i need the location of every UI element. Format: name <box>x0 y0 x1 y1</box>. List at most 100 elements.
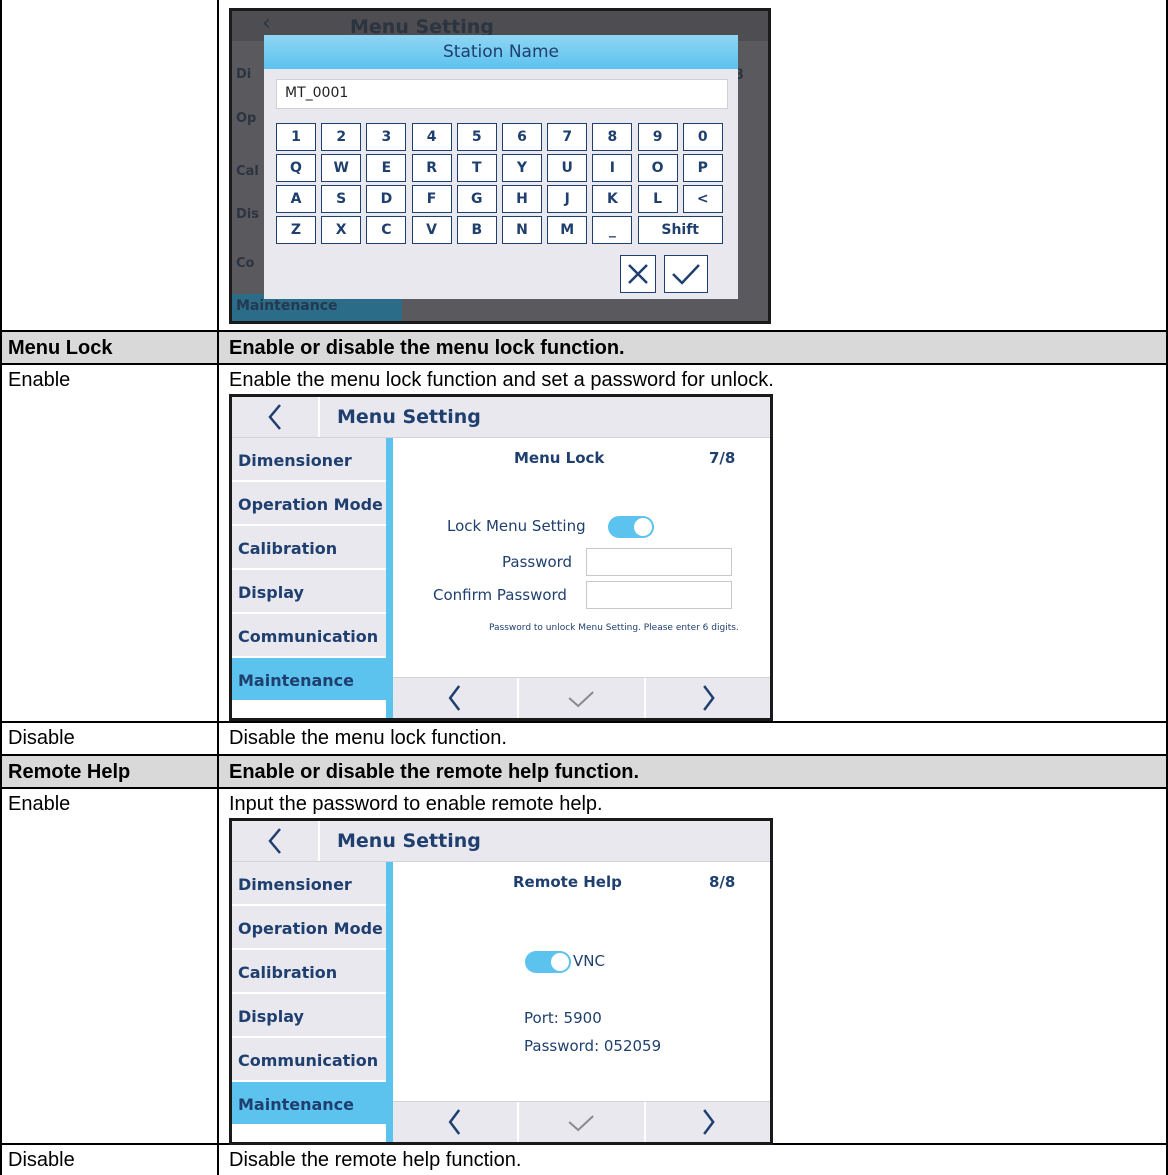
sidebar-item-communication[interactable]: Communication <box>232 614 386 658</box>
keyboard-key[interactable]: _ <box>592 216 633 244</box>
close-icon <box>628 264 648 284</box>
chevron-right-icon <box>702 685 715 711</box>
keyboard-key[interactable]: 8 <box>592 123 633 151</box>
table-rule <box>0 754 1168 756</box>
keyboard-key[interactable]: 2 <box>321 123 362 151</box>
keyboard-key[interactable]: 1 <box>276 123 316 151</box>
cancel-button[interactable] <box>620 255 656 293</box>
sidebar-item-dimensioner[interactable]: Dimensioner <box>232 862 386 906</box>
keyboard-key[interactable]: 6 <box>502 123 542 151</box>
dimmed-side-item: Di <box>236 67 252 82</box>
settings-panel: Remote Help 8/8 VNC Port: 5900 Password:… <box>393 862 770 1101</box>
vnc-toggle[interactable] <box>525 951 571 973</box>
selection-accent-bar <box>386 438 393 718</box>
sidebar-item-calibration[interactable]: Calibration <box>232 950 386 994</box>
dimmed-side-item: Dis <box>236 207 259 222</box>
sidebar-item-operation-mode[interactable]: Operation Mode <box>232 482 386 526</box>
keyboard-key[interactable]: G <box>456 185 497 213</box>
keyboard-key[interactable]: B <box>456 216 497 244</box>
remote-help-enable-desc: Input the password to enable remote help… <box>229 793 603 815</box>
next-button[interactable] <box>646 678 770 718</box>
keyboard-key[interactable]: T <box>456 154 497 182</box>
shift-key[interactable]: Shift <box>637 216 723 244</box>
footer-nav <box>393 1101 770 1142</box>
keyboard-key[interactable]: 7 <box>547 123 588 151</box>
sidebar-item-display[interactable]: Display <box>232 994 386 1038</box>
remote-password-text: Password: 052059 <box>524 1037 662 1055</box>
keyboard-key[interactable]: E <box>366 154 407 182</box>
dimmed-side-item: Op <box>236 111 257 126</box>
keyboard-key[interactable]: N <box>502 216 542 244</box>
menu-lock-screenshot: Menu Setting Dimensioner Operation Mode … <box>229 394 773 721</box>
remote-help-heading-desc: Enable or disable the remote help functi… <box>229 761 640 783</box>
station-name-screenshot: Menu Setting ‹ Maintenance Di Op Cal Dis… <box>229 8 771 324</box>
sidebar-item-display[interactable]: Display <box>232 570 386 614</box>
station-name-value: MT_0001 <box>285 85 349 101</box>
sidebar-item-maintenance[interactable]: Maintenance <box>232 658 386 702</box>
keyboard-key[interactable]: W <box>321 154 362 182</box>
keyboard-key[interactable]: < <box>682 185 723 213</box>
keyboard-key[interactable]: I <box>592 154 633 182</box>
keyboard-key[interactable]: Y <box>502 154 542 182</box>
dimmed-back-icon: ‹ <box>262 11 271 36</box>
sidebar-item-maintenance[interactable]: Maintenance <box>232 1082 386 1126</box>
vnc-label: VNC <box>573 952 605 970</box>
lock-menu-toggle[interactable] <box>608 516 654 538</box>
next-button[interactable] <box>646 1102 770 1142</box>
chevron-left-icon <box>448 685 461 711</box>
keyboard-key[interactable]: Z <box>276 216 316 244</box>
keyboard-key[interactable]: Q <box>276 154 316 182</box>
sidebar-item-calibration[interactable]: Calibration <box>232 526 386 570</box>
back-button[interactable] <box>232 821 320 861</box>
chevron-left-icon <box>448 1109 461 1135</box>
keyboard-key[interactable]: F <box>411 185 452 213</box>
keyboard-key[interactable]: C <box>366 216 407 244</box>
keyboard-key[interactable]: 3 <box>366 123 407 151</box>
apply-button[interactable] <box>519 1102 646 1142</box>
sidebar-item-communication[interactable]: Communication <box>232 1038 386 1082</box>
keyboard-key[interactable]: 9 <box>637 123 678 151</box>
sidebar-item-dimensioner[interactable]: Dimensioner <box>232 438 386 482</box>
sidebar-item-operation-mode[interactable]: Operation Mode <box>232 906 386 950</box>
keyboard-key[interactable]: H <box>502 185 542 213</box>
keyboard-key[interactable]: A <box>276 185 316 213</box>
previous-button[interactable] <box>393 1102 520 1142</box>
station-name-input[interactable]: MT_0001 <box>276 79 728 109</box>
keyboard-key[interactable]: X <box>321 216 362 244</box>
keyboard-key[interactable]: J <box>547 185 588 213</box>
dimmed-side-item: Co <box>236 256 255 271</box>
keyboard-key[interactable]: L <box>637 185 678 213</box>
table-rule <box>0 721 1168 723</box>
back-button[interactable] <box>232 397 320 437</box>
keyboard-key[interactable]: 4 <box>411 123 452 151</box>
previous-button[interactable] <box>393 678 520 718</box>
keyboard-key[interactable]: R <box>411 154 452 182</box>
confirm-password-input[interactable] <box>586 581 732 609</box>
remote-help-enable-label: Enable <box>8 793 71 815</box>
password-label: Password <box>502 553 573 571</box>
keyboard-key[interactable]: D <box>366 185 407 213</box>
table-rule <box>0 330 1168 332</box>
keyboard-key[interactable]: S <box>321 185 362 213</box>
dimmed-side-item: Maintenance <box>236 298 338 314</box>
remote-help-heading: Remote Help <box>8 761 131 783</box>
keyboard-key[interactable]: P <box>682 154 723 182</box>
menu-lock-heading: Menu Lock <box>8 337 113 359</box>
selection-accent-bar <box>386 862 393 1142</box>
confirm-password-label: Confirm Password <box>433 586 567 604</box>
apply-button[interactable] <box>519 678 646 718</box>
menu-lock-enable-label: Enable <box>8 369 71 391</box>
confirm-button[interactable] <box>664 255 708 293</box>
keyboard-key[interactable]: M <box>547 216 588 244</box>
chevron-left-icon <box>268 404 281 430</box>
keyboard-key[interactable]: 5 <box>456 123 497 151</box>
keyboard-key[interactable]: 0 <box>682 123 723 151</box>
keyboard-key[interactable]: K <box>592 185 633 213</box>
keyboard-key[interactable]: V <box>411 216 452 244</box>
keyboard-key[interactable]: O <box>637 154 678 182</box>
password-input[interactable] <box>586 548 732 576</box>
table-column-divider <box>217 0 219 1175</box>
keyboard-key[interactable]: U <box>547 154 588 182</box>
menu-lock-disable-desc: Disable the menu lock function. <box>229 727 507 749</box>
screen-header: Menu Setting <box>232 821 770 862</box>
